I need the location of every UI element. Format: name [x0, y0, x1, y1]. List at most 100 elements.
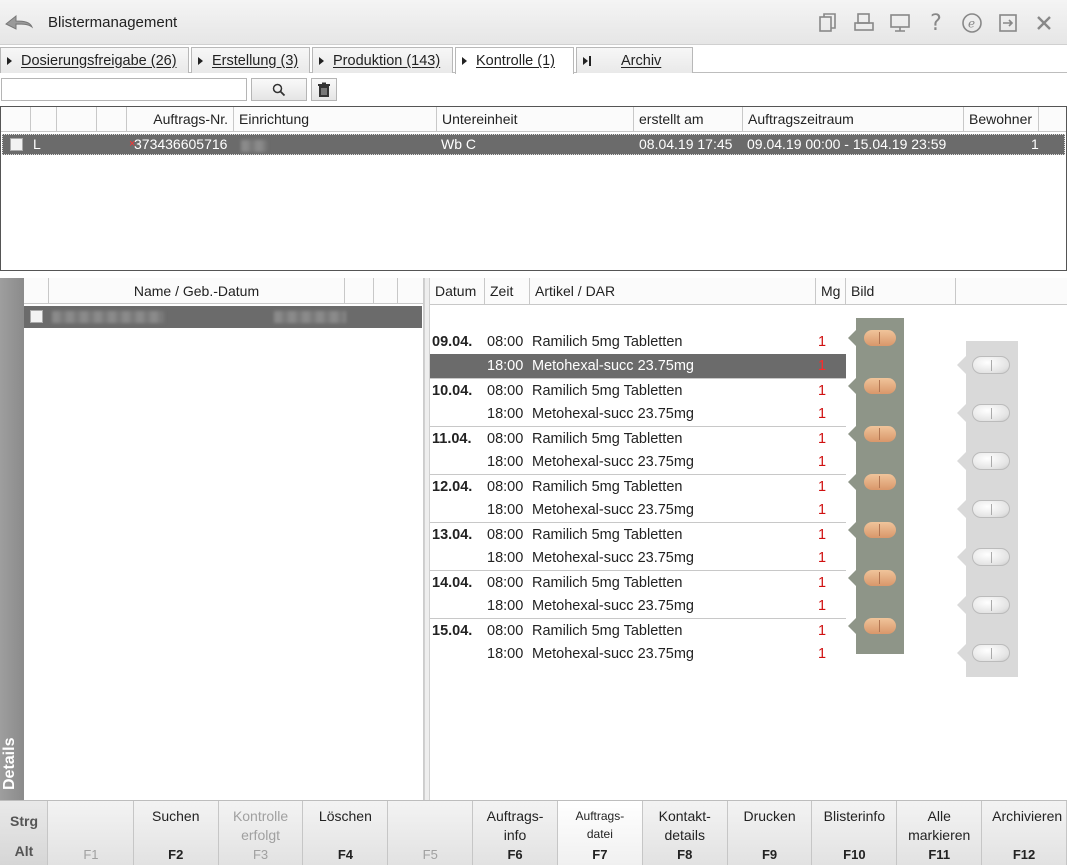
- tab-dosierungsfreigabe[interactable]: Dosierungsfreigabe (26): [0, 47, 189, 73]
- fkey-label: Alle markieren: [908, 808, 971, 843]
- search-button[interactable]: [251, 78, 307, 101]
- tab-archiv[interactable]: Archiv: [576, 47, 693, 73]
- med-time: 08:00: [487, 431, 524, 447]
- fkey-label: Blisterinfo: [823, 808, 886, 824]
- table-row[interactable]: 18:00 Metohexal-succ 23.75mg 1: [430, 594, 846, 618]
- table-row[interactable]: L × 373436605716 Wb C 08.04.19 17:45 09.…: [2, 134, 1065, 155]
- col-datum[interactable]: Datum: [430, 278, 485, 305]
- modifier-alt[interactable]: Alt: [0, 843, 48, 859]
- monitor-icon[interactable]: [883, 9, 917, 37]
- fkey-f6[interactable]: Auftrags-info F6: [473, 801, 558, 865]
- col-mg[interactable]: Mg: [816, 278, 846, 305]
- tablet-metohexal-icon: [972, 500, 1010, 518]
- table-row[interactable]: 11.04. 08:00 Ramilich 5mg Tabletten 1: [430, 426, 846, 450]
- col-erstellt-am[interactable]: erstellt am: [634, 107, 743, 132]
- med-mg: 1: [818, 550, 827, 566]
- col-zeit[interactable]: Zeit: [485, 278, 530, 305]
- fkey-key: F4: [337, 847, 353, 862]
- fkey-key: F12: [1012, 847, 1036, 862]
- col-res-b[interactable]: [374, 278, 398, 304]
- blister-notch: [848, 522, 856, 538]
- blister-notch: [957, 500, 966, 518]
- tablet-metohexal-icon: [972, 452, 1010, 470]
- col-auftragszeitraum[interactable]: Auftragszeitraum: [743, 107, 964, 132]
- fkey-f3[interactable]: Kontrolle erfolgt F3: [219, 801, 304, 865]
- table-row[interactable]: 18:00 Metohexal-succ 23.75mg 1: [430, 450, 846, 474]
- fkey-f10[interactable]: Blisterinfo F10: [812, 801, 898, 865]
- fkey-f8[interactable]: Kontakt-details F8: [643, 801, 728, 865]
- close-icon[interactable]: [1027, 9, 1061, 37]
- details-strip[interactable]: Details: [0, 278, 24, 800]
- fkey-f5[interactable]: F5: [388, 801, 474, 865]
- col-bewohner[interactable]: Bewohner: [964, 107, 1039, 132]
- table-row[interactable]: 14.04. 08:00 Ramilich 5mg Tabletten 1: [430, 570, 846, 594]
- tab-erstellung[interactable]: Erstellung (3): [191, 47, 310, 73]
- tab-kontrolle[interactable]: Kontrolle (1): [455, 47, 574, 74]
- row-created: 08.04.19 17:45: [639, 136, 733, 152]
- fkey-f11[interactable]: Alle markieren F11: [897, 801, 983, 865]
- modifier-strg[interactable]: Strg: [0, 813, 48, 829]
- col-status[interactable]: [57, 107, 97, 132]
- med-mg: 1: [818, 502, 827, 518]
- print-icon[interactable]: [847, 9, 881, 37]
- col-artikel[interactable]: Artikel / DAR: [530, 278, 816, 305]
- col-einrichtung[interactable]: Einrichtung: [234, 107, 437, 132]
- table-row[interactable]: 09.04. 08:00 Ramilich 5mg Tabletten 1: [430, 330, 846, 354]
- row-checkbox[interactable]: [10, 138, 23, 151]
- tab-produktion[interactable]: Produktion (143): [312, 47, 453, 73]
- table-row[interactable]: 18:00 Metohexal-succ 23.75mg 1: [430, 354, 846, 378]
- table-row[interactable]: 15.04. 08:00 Ramilich 5mg Tabletten 1: [430, 618, 846, 642]
- med-date: 10.04.: [432, 383, 473, 399]
- col-extra[interactable]: [956, 278, 1067, 305]
- fkey-f1[interactable]: F1: [49, 801, 134, 865]
- resident-checkbox[interactable]: [30, 310, 43, 323]
- med-time: 18:00: [487, 598, 524, 614]
- med-mg: 1: [818, 623, 827, 639]
- col-res-checkbox[interactable]: [24, 278, 49, 304]
- search-input[interactable]: [1, 78, 247, 101]
- med-mg: 1: [818, 454, 827, 470]
- blister-notch: [848, 474, 856, 490]
- col-checkbox[interactable]: [1, 107, 31, 132]
- col-untereinheit[interactable]: Untereinheit: [437, 107, 634, 132]
- med-time: 18:00: [487, 646, 524, 662]
- table-row[interactable]: 12.04. 08:00 Ramilich 5mg Tabletten 1: [430, 474, 846, 498]
- fkey-f9[interactable]: Drucken F9: [728, 801, 813, 865]
- table-row[interactable]: 13.04. 08:00 Ramilich 5mg Tabletten 1: [430, 522, 846, 546]
- orders-table-header: Auftrags-Nr. Einrichtung Untereinheit er…: [1, 107, 1066, 132]
- help-icon[interactable]: ?: [919, 9, 953, 37]
- col-flag[interactable]: [31, 107, 57, 132]
- redacted-name: [52, 311, 164, 323]
- list-item[interactable]: [24, 306, 422, 328]
- med-article: Metohexal-succ 23.75mg: [532, 406, 694, 422]
- expand-arrow-icon: [198, 56, 203, 65]
- table-row[interactable]: 10.04. 08:00 Ramilich 5mg Tabletten 1: [430, 378, 846, 402]
- delete-search-button[interactable]: [311, 78, 337, 101]
- blister-notch: [848, 618, 856, 634]
- col-auftrags-nr[interactable]: Auftrags-Nr.: [127, 107, 234, 132]
- fkey-f12[interactable]: Archivieren F12: [982, 801, 1067, 865]
- copy-icon[interactable]: [811, 9, 845, 37]
- tablet-metohexal-icon: [972, 644, 1010, 662]
- back-arrow-icon[interactable]: [4, 10, 34, 34]
- col-res-c[interactable]: [398, 278, 424, 304]
- table-row[interactable]: 18:00 Metohexal-succ 23.75mg 1: [430, 642, 846, 666]
- col-type[interactable]: [97, 107, 127, 132]
- export-icon[interactable]: [991, 9, 1025, 37]
- fkey-f4[interactable]: Löschen F4: [303, 801, 389, 865]
- col-name-birthdate[interactable]: Name / Geb.-Datum: [49, 278, 345, 304]
- table-row[interactable]: 18:00 Metohexal-succ 23.75mg 1: [430, 498, 846, 522]
- med-mg: 1: [818, 575, 827, 591]
- blister-notch: [848, 426, 856, 442]
- med-mg: 1: [818, 598, 827, 614]
- fkey-f2[interactable]: Suchen F2: [134, 801, 219, 865]
- fkey-label: Kontrolle erfolgt: [232, 808, 289, 843]
- fkey-f7[interactable]: Auftrags-datei F7: [557, 801, 643, 865]
- col-bild[interactable]: Bild: [846, 278, 956, 305]
- tablet-metohexal-icon: [972, 356, 1010, 374]
- e-icon[interactable]: e: [955, 9, 989, 37]
- table-row[interactable]: 18:00 Metohexal-succ 23.75mg 1: [430, 546, 846, 570]
- med-article: Metohexal-succ 23.75mg: [532, 646, 694, 662]
- col-res-a[interactable]: [345, 278, 374, 304]
- table-row[interactable]: 18:00 Metohexal-succ 23.75mg 1: [430, 402, 846, 426]
